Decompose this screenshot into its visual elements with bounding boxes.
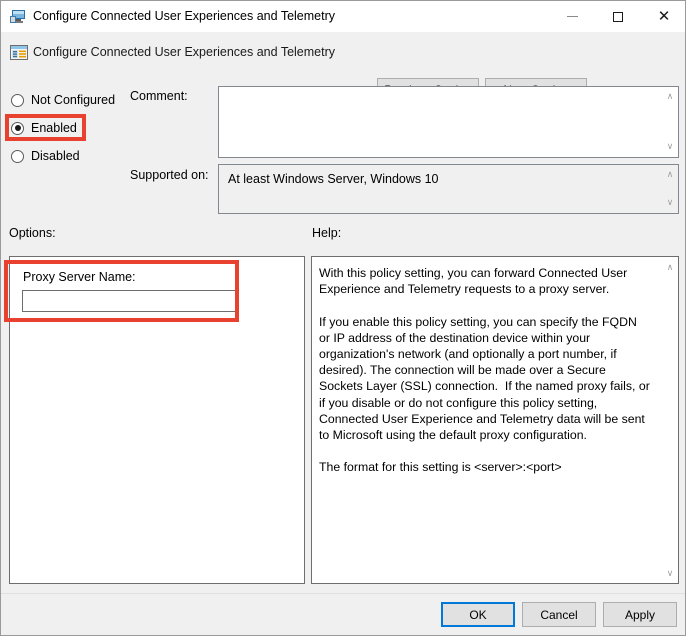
maximize-button[interactable] <box>595 1 641 32</box>
scroll-down-icon[interactable]: ∨ <box>662 139 678 155</box>
supported-on-label: Supported on: <box>130 168 209 182</box>
proxy-server-name-input[interactable] <box>22 290 239 312</box>
group-policy-setting-dialog: Configure Connected User Experiences and… <box>0 0 686 636</box>
ok-button[interactable]: OK <box>441 602 515 627</box>
radio-not-configured[interactable]: Not Configured <box>11 91 115 109</box>
group-policy-setting-icon <box>9 43 29 63</box>
proxy-server-name-label: Proxy Server Name: <box>23 270 136 284</box>
setting-title: Configure Connected User Experiences and… <box>33 45 335 59</box>
help-panel: ∧ ∨ With this policy setting, you can fo… <box>311 256 679 584</box>
comment-label: Comment: <box>130 89 188 103</box>
comment-scrollbar[interactable]: ∧ ∨ <box>662 87 678 157</box>
policy-monitor-icon <box>10 8 27 25</box>
cancel-button[interactable]: Cancel <box>522 602 596 627</box>
scroll-down-icon[interactable]: ∨ <box>662 566 678 582</box>
close-icon: ✕ <box>658 9 671 24</box>
radio-enabled[interactable]: Enabled <box>11 119 77 137</box>
supported-on-scrollbar[interactable]: ∧ ∨ <box>662 165 678 213</box>
scroll-up-icon[interactable]: ∧ <box>662 167 678 183</box>
scroll-up-icon[interactable]: ∧ <box>662 89 678 105</box>
help-text: With this policy setting, you can forwar… <box>319 265 651 476</box>
title-bar: Configure Connected User Experiences and… <box>1 1 686 32</box>
radio-enabled-indicator <box>11 122 24 135</box>
setting-header: Configure Connected User Experiences and… <box>1 32 686 77</box>
radio-not-configured-label: Not Configured <box>31 93 115 107</box>
dialog-footer: OK Cancel Apply <box>1 594 686 636</box>
apply-button[interactable]: Apply <box>603 602 677 627</box>
radio-not-configured-indicator <box>11 94 24 107</box>
maximize-icon <box>613 12 623 22</box>
comment-textarea[interactable]: ∧ ∨ <box>218 86 679 158</box>
options-panel: Proxy Server Name: <box>9 256 305 584</box>
radio-disabled-indicator <box>11 150 24 163</box>
help-scrollbar[interactable]: ∧ ∨ <box>662 258 677 584</box>
close-button[interactable]: ✕ <box>641 1 686 32</box>
window-title: Configure Connected User Experiences and… <box>33 8 335 24</box>
minimize-icon <box>567 16 578 17</box>
scroll-up-icon[interactable]: ∧ <box>662 260 678 276</box>
radio-disabled[interactable]: Disabled <box>11 147 80 165</box>
help-label: Help: <box>312 226 341 240</box>
supported-on-box: At least Windows Server, Windows 10 ∧ ∨ <box>218 164 679 214</box>
options-label: Options: <box>9 226 56 240</box>
scroll-down-icon[interactable]: ∨ <box>662 195 678 211</box>
minimize-button[interactable] <box>549 1 595 32</box>
radio-disabled-label: Disabled <box>31 149 80 163</box>
supported-on-value: At least Windows Server, Windows 10 <box>228 172 439 186</box>
radio-enabled-label: Enabled <box>31 121 77 135</box>
